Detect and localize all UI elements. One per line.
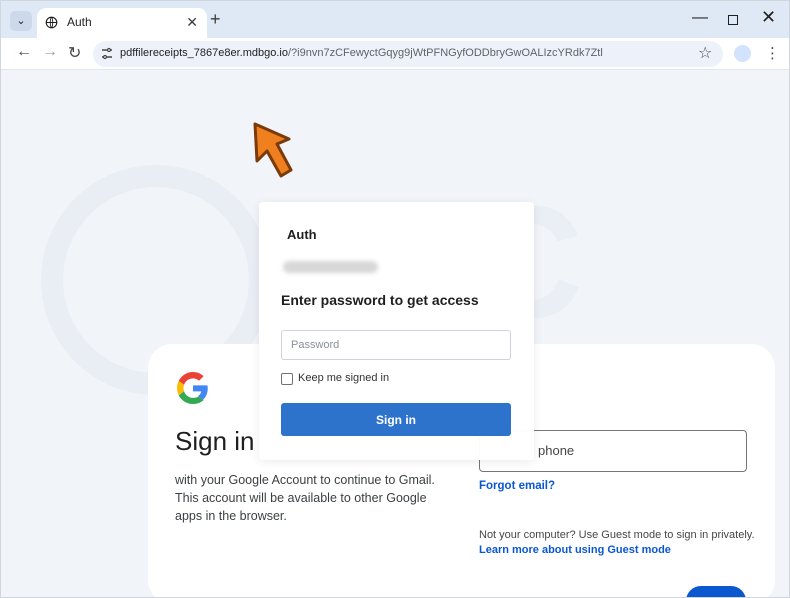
guest-mode-note: Not your computer? Use Guest mode to sig… <box>479 529 755 541</box>
auth-modal: Auth Enter password to get access Keep m… <box>259 202 534 460</box>
password-input[interactable] <box>281 330 511 360</box>
close-window-icon[interactable]: ✕ <box>761 7 776 28</box>
site-info-icon[interactable] <box>101 47 113 60</box>
address-bar[interactable]: pdffilereceipts_7867e8er.mdbgo.io/?i9nvn… <box>93 41 723 67</box>
url-text[interactable]: pdffilereceipts_7867e8er.mdbgo.io/?i9nvn… <box>120 47 603 59</box>
auth-title: Auth <box>287 227 317 242</box>
google-logo <box>177 372 208 404</box>
browser-toolbar: ← → ↻ pdffilereceipts_7867e8er.mdbgo.io/… <box>1 38 789 70</box>
auth-heading: Enter password to get access <box>281 292 479 308</box>
keep-signed-in-label: Keep me signed in <box>298 372 390 384</box>
url-host: pdffilereceipts_7867e8er.mdbgo.io <box>120 47 288 59</box>
minimize-icon[interactable]: — <box>692 9 708 27</box>
signin-title: Sign in <box>175 426 255 456</box>
next-button[interactable] <box>686 586 746 597</box>
globe-icon <box>45 16 58 29</box>
tab-strip: ⌄ Auth ✕ + — ✕ <box>1 1 789 38</box>
active-tab[interactable]: Auth ✕ <box>37 8 207 38</box>
forward-icon[interactable]: → <box>42 43 58 61</box>
guest-mode-link[interactable]: Learn more about using Guest mode <box>479 544 671 556</box>
browser-window: ⌄ Auth ✕ + — ✕ ← → ↻ pdffilereceipts_786… <box>0 0 790 598</box>
new-tab-button[interactable]: + <box>210 9 221 30</box>
bookmark-star-icon[interactable]: ☆ <box>698 43 712 63</box>
back-icon[interactable]: ← <box>16 43 32 61</box>
orange-arrow-icon <box>253 122 293 178</box>
keep-signed-in-checkbox[interactable] <box>281 373 293 385</box>
forgot-email-link[interactable]: Forgot email? <box>479 480 555 492</box>
sign-in-button[interactable]: Sign in <box>281 403 511 436</box>
tab-search-button[interactable]: ⌄ <box>10 11 32 31</box>
signin-description: with your Google Account to continue to … <box>175 473 435 523</box>
maximize-icon[interactable] <box>728 15 738 25</box>
menu-icon[interactable]: ⋮ <box>765 44 780 62</box>
tab-title: Auth <box>67 15 92 29</box>
reload-icon[interactable]: ↻ <box>68 43 81 63</box>
profile-avatar[interactable] <box>734 45 751 62</box>
close-tab-icon[interactable]: ✕ <box>186 14 198 31</box>
url-path: /?i9nvn7zCFewyctGqyg9jWtPFNGyfODDbryGwOA… <box>287 47 603 59</box>
blurred-email <box>283 261 378 273</box>
email-field-label: phone <box>538 443 575 458</box>
page-content: PC Sign in with your Google Account to c… <box>1 70 789 597</box>
